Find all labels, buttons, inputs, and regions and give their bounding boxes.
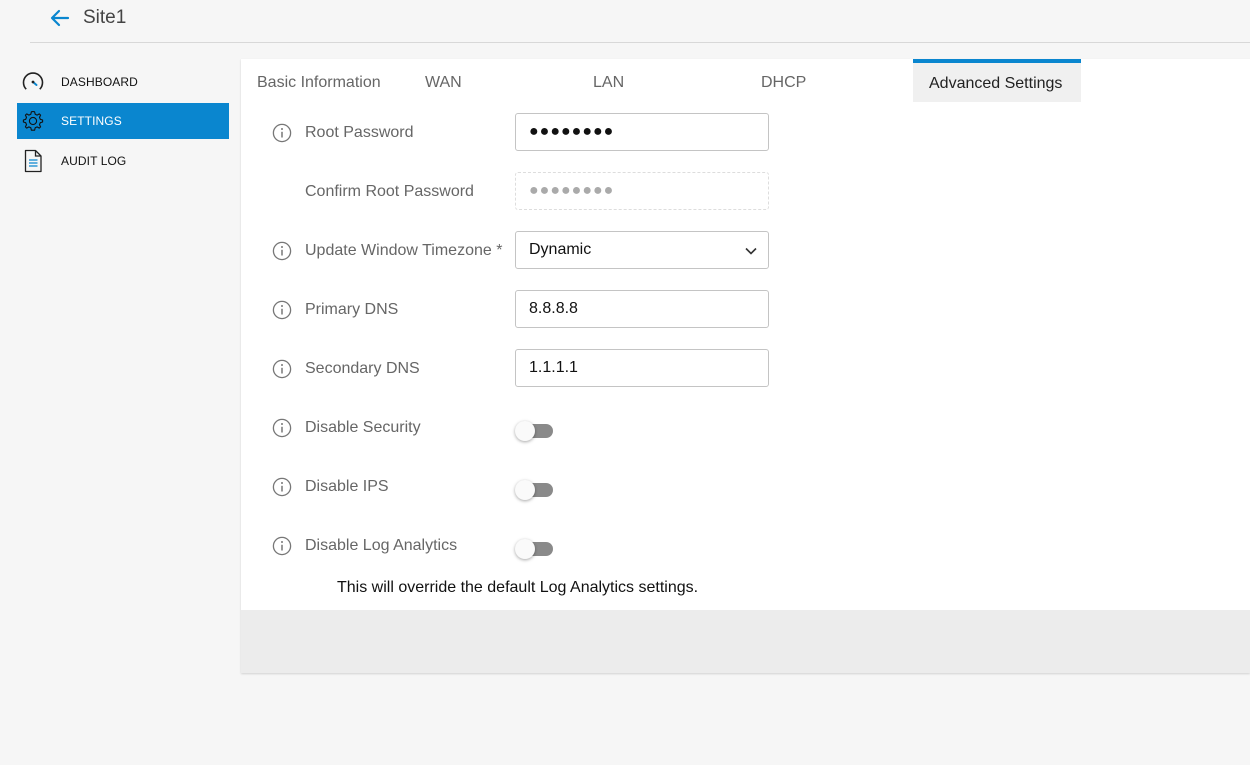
sidebar-item-dashboard[interactable]: DASHBOARD (17, 64, 229, 100)
settings-panel: Basic Information WAN LAN DHCP Advanced … (241, 59, 1250, 673)
info-icon[interactable] (272, 300, 292, 320)
root-password-label: Root Password (305, 124, 414, 141)
info-icon[interactable] (272, 536, 292, 556)
sidebar-item-label: SETTINGS (61, 114, 122, 128)
primary-dns-input[interactable]: 8.8.8.8 (515, 290, 769, 328)
sidebar-item-audit-log[interactable]: AUDIT LOG (17, 143, 229, 179)
info-icon[interactable] (272, 418, 292, 438)
sidebar-item-label: AUDIT LOG (61, 154, 127, 168)
timezone-row: Update Window Timezone * Dynamic (241, 231, 1250, 271)
back-button[interactable] (48, 6, 72, 30)
disable-ips-label: Disable IPS (305, 478, 389, 495)
primary-dns-row: Primary DNS 8.8.8.8 (241, 290, 1250, 330)
tab-advanced-settings[interactable]: Advanced Settings (913, 59, 1081, 102)
speedometer-icon (21, 70, 45, 94)
sidebar-item-label: DASHBOARD (61, 75, 138, 89)
page-title: Site1 (83, 7, 127, 28)
gear-icon (21, 109, 45, 133)
disable-log-analytics-label: Disable Log Analytics (305, 537, 458, 554)
root-password-input[interactable]: ●●●●●●●● (515, 113, 769, 151)
disable-ips-row: Disable IPS (241, 467, 1250, 507)
disable-security-label: Disable Security (305, 419, 421, 436)
sidebar-item-settings[interactable]: SETTINGS (17, 103, 229, 139)
chevron-down-icon (745, 247, 757, 255)
confirm-root-password-input: ●●●●●●●● (515, 172, 769, 210)
info-icon[interactable] (272, 123, 292, 143)
toggle-thumb (515, 421, 535, 441)
disable-log-analytics-row: Disable Log Analytics (241, 526, 1250, 566)
panel-footer (241, 610, 1250, 673)
confirm-root-password-label: Confirm Root Password (305, 183, 474, 200)
timezone-label: Update Window Timezone * (305, 242, 503, 259)
tab-wan[interactable]: WAN (425, 59, 462, 102)
info-icon[interactable] (272, 477, 292, 497)
secondary-dns-input[interactable]: 1.1.1.1 (515, 349, 769, 387)
timezone-select[interactable]: Dynamic (515, 231, 769, 269)
disable-security-row: Disable Security (241, 408, 1250, 448)
top-bar: Site1 (0, 0, 1250, 42)
disable-security-toggle[interactable] (515, 420, 555, 441)
tab-basic-information[interactable]: Basic Information (257, 59, 381, 102)
tab-lan[interactable]: LAN (593, 59, 624, 102)
info-icon[interactable] (272, 241, 292, 261)
secondary-dns-row: Secondary DNS 1.1.1.1 (241, 349, 1250, 389)
disable-log-analytics-toggle[interactable] (515, 538, 555, 559)
disable-ips-toggle[interactable] (515, 479, 555, 500)
tab-dhcp[interactable]: DHCP (761, 59, 806, 102)
document-icon (21, 149, 45, 173)
timezone-select-value: Dynamic (529, 241, 592, 258)
secondary-dns-label: Secondary DNS (305, 360, 420, 377)
primary-dns-label: Primary DNS (305, 301, 399, 318)
toggle-thumb (515, 539, 535, 559)
arrow-left-icon (50, 9, 70, 27)
info-icon[interactable] (272, 359, 292, 379)
root-password-row: Root Password ●●●●●●●● (241, 113, 1250, 153)
log-analytics-note: This will override the default Log Analy… (337, 579, 699, 596)
header-divider (30, 42, 1250, 43)
toggle-thumb (515, 480, 535, 500)
confirm-root-password-row: Confirm Root Password ●●●●●●●● (241, 172, 1250, 212)
